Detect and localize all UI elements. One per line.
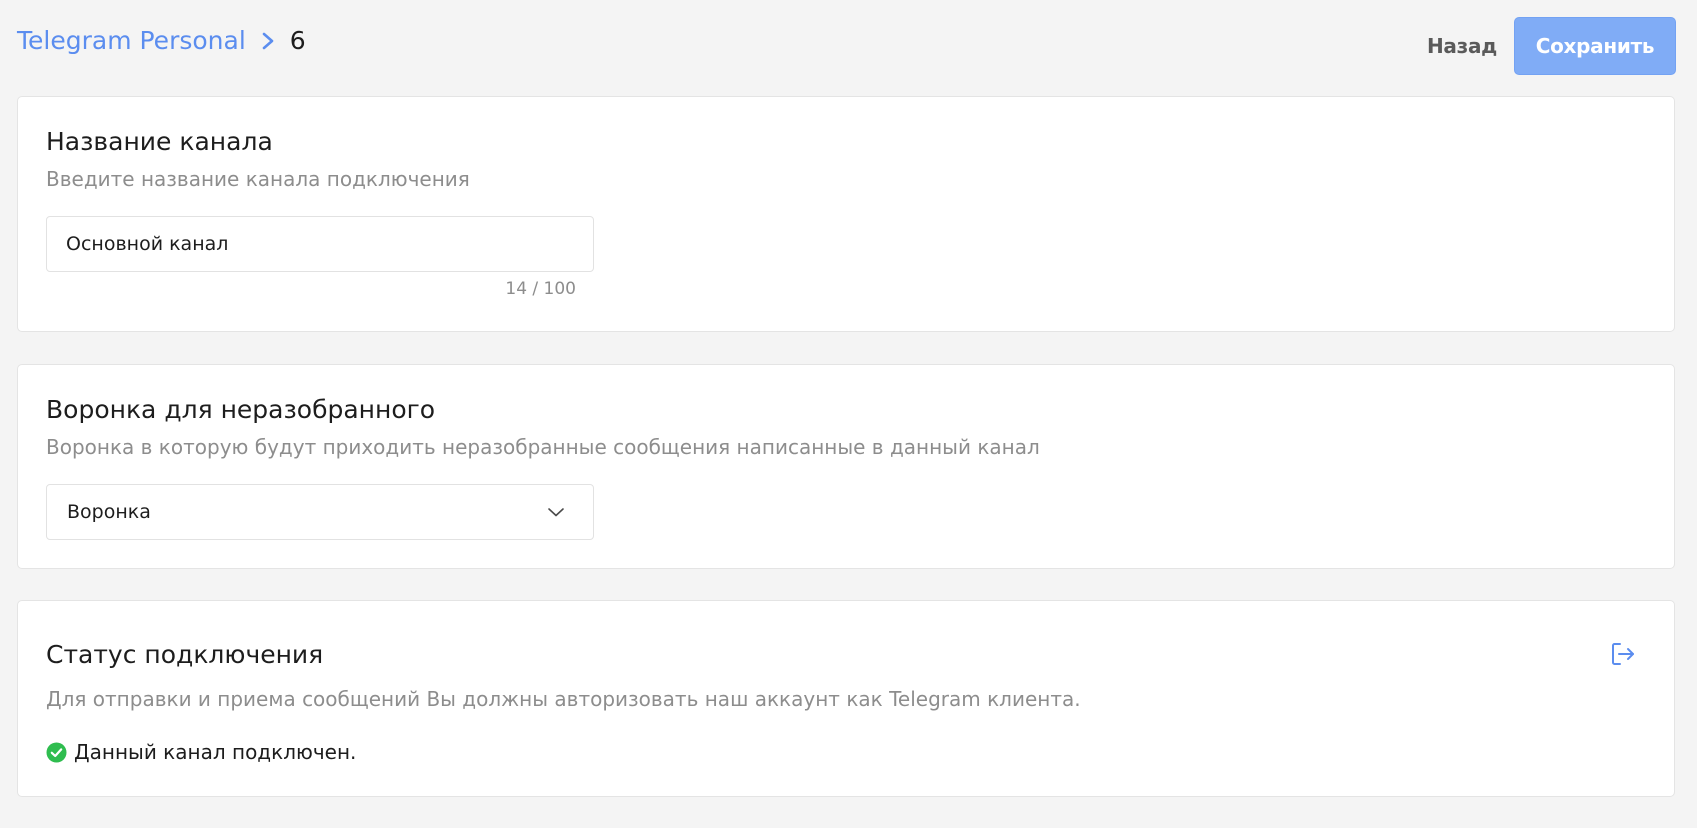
connection-status-text: Данный канал подключен.	[74, 740, 357, 764]
connection-status: Данный канал подключен.	[46, 740, 356, 764]
chevron-down-icon	[547, 506, 565, 518]
connection-status-title: Статус подключения	[46, 640, 324, 669]
char-counter: 14 / 100	[505, 279, 576, 299]
funnel-select-value: Воронка	[67, 501, 151, 523]
chevron-right-icon	[260, 30, 276, 52]
logout-icon[interactable]	[1610, 641, 1636, 667]
funnel-card: Воронка для неразобранного Воронка в кот…	[17, 364, 1675, 569]
check-circle-icon	[46, 742, 67, 763]
breadcrumb-current: 6	[289, 26, 306, 55]
connection-status-card: Статус подключения Для отправки и приема…	[17, 600, 1675, 797]
funnel-title: Воронка для неразобранного	[46, 395, 436, 424]
channel-name-card: Название канала Введите название канала …	[17, 96, 1675, 332]
funnel-select[interactable]: Воронка	[46, 484, 594, 540]
funnel-subtitle: Воронка в которую будут приходить неразо…	[46, 435, 1040, 459]
back-button[interactable]: Назад	[1427, 34, 1497, 58]
header-actions: Назад Сохранить	[1427, 17, 1676, 75]
page-header: Telegram Personal 6 Назад Сохранить	[17, 17, 1676, 75]
channel-name-input[interactable]	[46, 216, 594, 272]
breadcrumb: Telegram Personal 6	[17, 26, 306, 55]
channel-name-title: Название канала	[46, 127, 273, 156]
connection-status-subtitle: Для отправки и приема сообщений Вы должн…	[46, 687, 1081, 711]
save-button[interactable]: Сохранить	[1514, 17, 1676, 75]
channel-name-subtitle: Введите название канала подключения	[46, 167, 470, 191]
breadcrumb-parent-link[interactable]: Telegram Personal	[17, 26, 246, 55]
